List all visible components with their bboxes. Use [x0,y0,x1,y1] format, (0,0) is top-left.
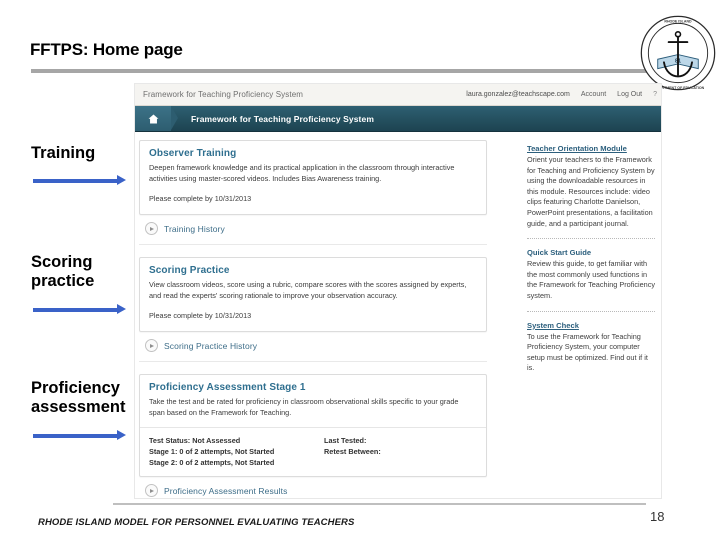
annotation-arrow-scoring-practice [33,304,126,315]
expand-arrow-icon [145,339,158,352]
column-gap [487,136,527,498]
panel-description: Take the test and be rated for proficien… [149,397,459,417]
sidebar-item-quick-start-guide[interactable]: Quick Start Guide Review this guide, to … [527,248,657,301]
panel-due-date: Please complete by 10/31/2013 [149,194,252,203]
sidebar-title[interactable]: Quick Start Guide [527,248,657,257]
panel-description: Deepen framework knowledge and its pract… [149,163,455,183]
home-tab[interactable] [135,106,178,131]
sidebar-item-teacher-orientation-module[interactable]: Teacher Orientation Module Orient your t… [527,144,657,229]
slide-number: 18 [650,509,665,524]
sidebar-title[interactable]: System Check [527,321,657,330]
scoring-practice-history-link[interactable]: Scoring Practice History [139,335,487,362]
panel-description: View classroom videos, score using a rub… [149,280,467,300]
panel-due-date: Please complete by 10/31/2013 [149,311,252,320]
page-title: FFTPS: Home page [30,40,183,59]
scoring-practice-panel[interactable]: Scoring Practice View classroom videos, … [139,257,487,332]
annotation-label-proficiency-assessment: Proficiency assessment [31,379,126,416]
link-label: Scoring Practice History [164,340,258,351]
expand-arrow-icon [145,484,158,497]
app-brand-label: Framework for Teaching Proficiency Syste… [143,90,304,99]
svg-text:RHODE ISLAND: RHODE ISLAND [664,20,692,24]
rhode-island-seal-icon: RHODE ISLAND DEPARTMENT OF EDUCATION 81 [639,14,717,92]
annotation-label-training: Training [31,144,96,162]
app-body: Observer Training Deepen framework knowl… [135,132,661,498]
app-topbar: Framework for Teaching Proficiency Syste… [135,84,661,106]
logout-link[interactable]: Log Out [617,91,642,98]
sidebar-text: Orient your teachers to the Framework fo… [527,155,655,228]
nav-title: Framework for Teaching Proficiency Syste… [191,113,374,124]
proficiency-assessment-panel[interactable]: Proficiency Assessment Stage 1 Take the … [139,374,487,477]
observer-training-panel[interactable]: Observer Training Deepen framework knowl… [139,140,487,215]
account-link[interactable]: Account [581,91,606,98]
app-navbar: Framework for Teaching Proficiency Syste… [135,106,661,132]
app-sidebar: Teacher Orientation Module Orient your t… [527,136,657,498]
sidebar-title[interactable]: Teacher Orientation Module [527,144,657,153]
panel-title: Scoring Practice [149,265,230,276]
sidebar-divider [527,310,655,312]
sidebar-text: Review this guide, to get familiar with … [527,259,656,300]
proficiency-assessment-results-link[interactable]: Proficiency Assessment Results [139,480,487,498]
annotation-label-scoring-practice: Scoring practice [31,253,95,290]
assessment-status-row: Test Status: Not Assessed Stage 1: 0 of … [140,427,486,476]
training-history-link[interactable]: Training History [139,218,487,245]
expand-arrow-icon [145,222,158,235]
sidebar-text: To use the Framework for Teaching Profic… [527,331,648,373]
home-icon [148,114,158,123]
link-label: Proficiency Assessment Results [164,485,288,496]
title-divider [31,69,647,73]
main-column: Observer Training Deepen framework knowl… [135,136,487,498]
user-email-label: laura.gonzalez@teachscape.com [466,91,570,98]
panel-title: Observer Training [149,148,237,159]
help-icon[interactable]: ? [653,91,657,98]
status-left: Test Status: Not Assessed Stage 1: 0 of … [149,436,275,467]
sidebar-divider [527,238,655,240]
footer-divider [113,503,646,505]
annotation-arrow-training [33,175,126,186]
annotation-arrow-proficiency-assessment [33,430,126,441]
sidebar-item-system-check[interactable]: System Check To use the Framework for Te… [527,321,657,374]
application-screenshot: Framework for Teaching Proficiency Syste… [135,84,661,498]
panel-title: Proficiency Assessment Stage 1 [149,382,306,393]
status-right: Last Tested: Retest Between: [324,436,381,456]
link-label: Training History [164,223,225,234]
footer-text: RHODE ISLAND MODEL FOR PERSONNEL EVALUAT… [38,517,355,528]
